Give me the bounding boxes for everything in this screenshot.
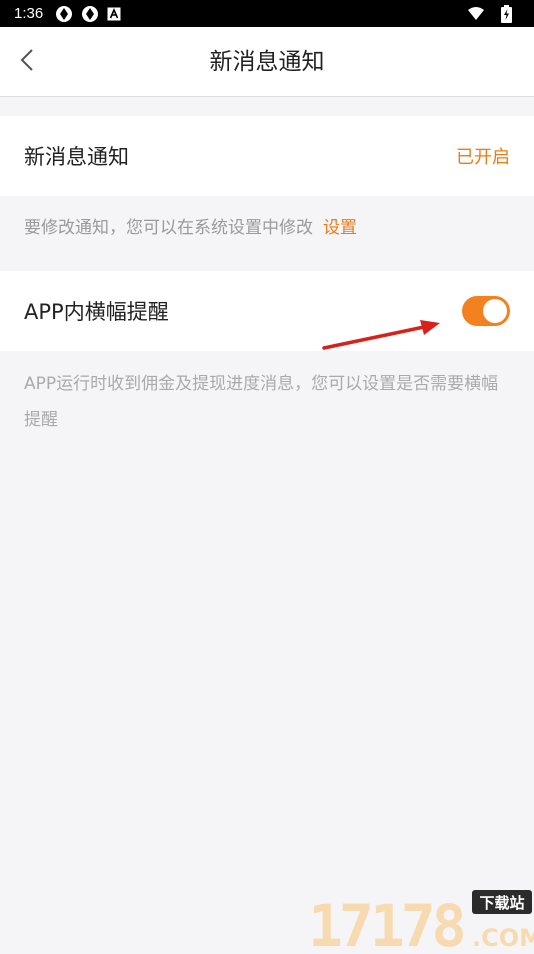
- notification-status: 已开启: [456, 147, 510, 168]
- chevron-left-icon: [20, 48, 34, 76]
- watermark-suffix: .COM: [472, 924, 534, 950]
- wifi-icon: [467, 6, 485, 21]
- watermark-digits: 17178: [308, 892, 464, 950]
- battery-charging-icon: [501, 4, 512, 23]
- font-a-icon: [107, 7, 121, 21]
- notification-hint-text: 要修改通知，您可以在系统设置中修改: [24, 218, 313, 238]
- banner-reminder-row: APP内横幅提醒: [0, 271, 534, 351]
- page-title: 新消息通知: [209, 49, 325, 75]
- new-message-notification-row[interactable]: 新消息通知 已开启: [0, 116, 534, 196]
- banner-reminder-hint: APP运行时收到佣金及提现进度消息，您可以设置是否需要横幅提醒: [24, 374, 499, 430]
- system-settings-link[interactable]: 设置: [323, 218, 357, 238]
- back-button[interactable]: [12, 47, 42, 77]
- nav-bar: 新消息通知: [0, 27, 534, 97]
- watermark-tag: 下载站: [479, 894, 524, 912]
- new-message-notification-label: 新消息通知: [24, 145, 129, 169]
- site-watermark-logo: 17178 下载站 .COM: [308, 888, 534, 954]
- status-time: 1:36: [14, 5, 44, 22]
- banner-reminder-toggle[interactable]: [462, 296, 510, 326]
- notification-hint: 要修改通知，您可以在系统设置中修改 设置: [24, 210, 510, 246]
- status-bar: 1:36: [0, 0, 534, 27]
- red-arrow-annotation: [322, 320, 440, 350]
- aperture-icon: [55, 5, 73, 23]
- aperture-icon: [81, 5, 99, 23]
- toggle-knob: [483, 299, 507, 323]
- banner-reminder-label: APP内横幅提醒: [24, 300, 169, 324]
